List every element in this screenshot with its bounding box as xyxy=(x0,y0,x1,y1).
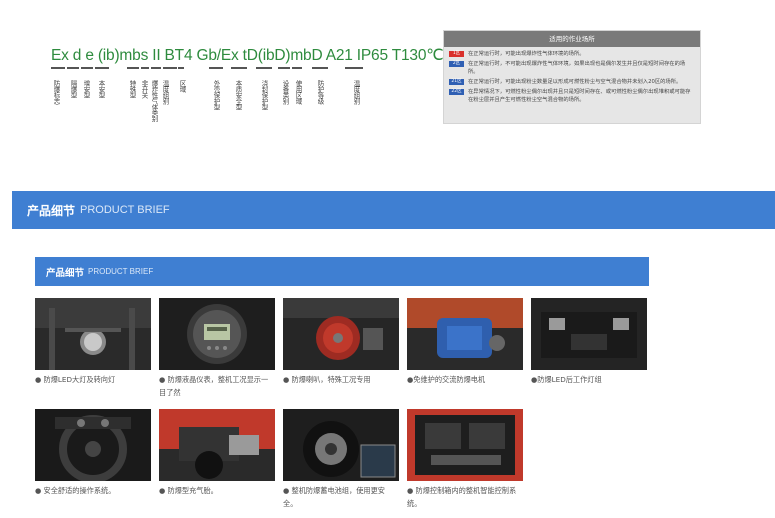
product-card-headlight[interactable]: ● 防爆LED大灯及转向灯 xyxy=(35,298,151,386)
tire-photo xyxy=(159,409,275,481)
product-card-lcd-meter[interactable]: ● 防爆液晶仪表，整机工况显示一目了然 xyxy=(159,298,275,399)
marking-label: 本安型 xyxy=(97,80,105,98)
marking-underline xyxy=(345,67,363,69)
marking-label: 使用区域 xyxy=(294,80,302,104)
usage-table: 适用的作业场所 1区 在正常运行时，可能出现爆炸性气体环境的场所。 2区 在正常运行时… xyxy=(443,30,701,124)
marking-underline xyxy=(256,67,272,69)
product-caption: ● 整机防爆蓄电池组，使用更安全。 xyxy=(283,486,385,508)
section-banner: 产品细节 PRODUCT BRIEF xyxy=(12,191,775,229)
explosion-proof-marking: Ex d e (ib)mbs II BT4 Gb/Ex tD(ibD)mbD A… xyxy=(51,47,444,64)
rear-light-photo xyxy=(531,298,647,370)
usage-row: 21区 在正常运行时，可能出现粉尘数量足以形成可燃性粉尘与空气混合物并未划入20区… xyxy=(444,78,700,86)
usage-row: 22区 在异常情况下，可燃性粉尘偶尔出现并且只是短时间存在、或可燃性粉尘偶尔出现堆… xyxy=(444,88,700,104)
battery-photo xyxy=(283,409,399,481)
product-caption: ●免维护的交流防爆电机 xyxy=(407,375,486,384)
page: Ex d e (ib)mbs II BT4 Gb/Ex tD(ibD)mbD A… xyxy=(0,0,775,518)
marking-label: 区域 xyxy=(178,80,186,92)
product-card-ac-motor[interactable]: ●免维护的交流防爆电机 xyxy=(407,298,523,386)
operation-photo xyxy=(35,409,151,481)
marking-label: 温度组别 xyxy=(161,80,169,104)
marking-label: 特殊型 xyxy=(128,80,136,98)
product-caption: ● 防爆控制箱内的整机智能控制系统。 xyxy=(407,486,517,508)
lcd-meter-photo xyxy=(159,298,275,370)
marking-underline xyxy=(81,67,93,69)
usage-rows: 1区 在正常运行时，可能出现爆炸性气体环境的场所。 2区 在正常运行时，不可能出现爆炸… xyxy=(444,47,700,104)
product-card-tire[interactable]: ● 防爆型充气胎。 xyxy=(159,409,275,497)
product-caption: ● 安全舒适的操作系统。 xyxy=(35,486,116,495)
product-card-rear-light[interactable]: ●防爆LED后工作灯组 xyxy=(531,298,647,386)
product-caption: ● 防爆喇叭，特殊工况专用 xyxy=(283,375,371,384)
marking-underline xyxy=(292,67,302,69)
product-card-horn[interactable]: ● 防爆喇叭，特殊工况专用 xyxy=(283,298,399,386)
product-caption: ●防爆LED后工作灯组 xyxy=(531,375,602,384)
product-card-control-box[interactable]: ● 防爆控制箱内的整机智能控制系统。 xyxy=(407,409,523,510)
zone-description: 在正常运行时，可能出现粉尘数量足以形成可燃性粉尘与空气混合物并未划入20区的场所… xyxy=(468,79,682,85)
marking-underline xyxy=(163,67,177,69)
ac-motor-photo xyxy=(407,298,523,370)
marking-underline xyxy=(178,67,184,69)
zone-description: 在正常运行时，可能出现爆炸性气体环境的场所。 xyxy=(468,51,585,57)
marking-label: 防护等级 xyxy=(316,80,324,104)
marking-underline xyxy=(278,67,290,69)
zone-description: 在正常运行时，不可能出现爆炸性气体环境，如果出现也是偶尔发生并且仅是短时间存在的… xyxy=(468,61,686,75)
marking-label: 本质安全型 xyxy=(234,80,242,110)
marking-label: 浇封保护型 xyxy=(260,80,268,110)
zone-tag: 1区 xyxy=(449,51,464,57)
zone-description: 在异常情况下，可燃性粉尘偶尔出现并且只是短时间存在、或可燃性粉尘偶尔出现堆积或可… xyxy=(468,89,691,103)
usage-row: 2区 在正常运行时，不可能出现爆炸性气体环境，如果出现也是偶尔发生并且仅是短时间存… xyxy=(444,60,700,76)
zone-tag: 22区 xyxy=(449,89,464,95)
zone-tag: 2区 xyxy=(449,61,464,67)
marking-underline xyxy=(231,67,247,69)
usage-title: 适用的作业场所 xyxy=(444,31,700,47)
zone-tag: 21区 xyxy=(449,79,464,85)
marking-underline xyxy=(312,67,328,69)
marking-underline xyxy=(51,67,65,69)
marking-label: 设备类别 xyxy=(281,80,289,104)
headlight-photo xyxy=(35,298,151,370)
marking-label: 外壳保护型 xyxy=(212,80,220,110)
marking-underline xyxy=(141,67,149,69)
marking-label: 防爆标志 xyxy=(52,80,60,104)
banner-title-cn: 产品细节 xyxy=(27,203,76,218)
marking-label: 爆炸性气体类别 xyxy=(150,80,158,122)
marking-underline xyxy=(151,67,161,69)
product-card-operation[interactable]: ● 安全舒适的操作系统。 xyxy=(35,409,151,497)
banner-title-en: PRODUCT BRIEF xyxy=(80,204,170,216)
product-caption: ● 防爆LED大灯及转向灯 xyxy=(35,375,116,384)
subbanner-title-en: PRODUCT BRIEF xyxy=(88,267,154,276)
sub-banner: 产品细节 PRODUCT BRIEF xyxy=(35,257,649,286)
marking-label: 隔爆型 xyxy=(69,80,77,98)
marking-underline xyxy=(67,67,79,69)
marking-underline xyxy=(95,67,109,69)
marking-label: 非开关 xyxy=(140,80,148,98)
horn-photo xyxy=(283,298,399,370)
subbanner-title-cn: 产品细节 xyxy=(46,267,85,279)
usage-row: 1区 在正常运行时，可能出现爆炸性气体环境的场所。 xyxy=(444,50,700,58)
marking-label: 温度组别 xyxy=(352,80,360,104)
product-caption: ● 防爆液晶仪表，整机工况显示一目了然 xyxy=(159,375,269,397)
marking-underline xyxy=(209,67,223,69)
marking-underline xyxy=(127,67,139,69)
control-box-photo xyxy=(407,409,523,481)
marking-label: 增安型 xyxy=(82,80,90,98)
product-card-battery[interactable]: ● 整机防爆蓄电池组，使用更安全。 xyxy=(283,409,399,510)
product-caption: ● 防爆型充气胎。 xyxy=(159,486,218,495)
